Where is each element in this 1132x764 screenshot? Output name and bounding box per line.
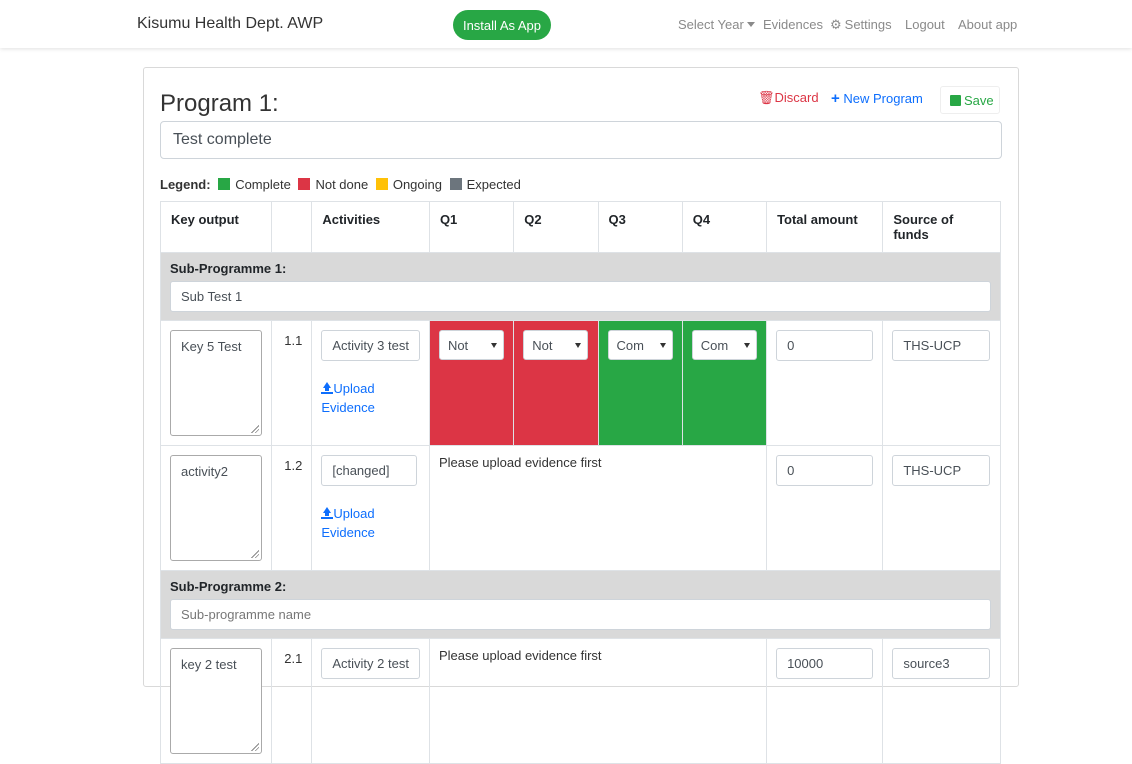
table-row: Key 5 Test 1.1 Activity 3 test Upload Ev… <box>159 320 1001 446</box>
q4-cell: Com <box>681 320 768 446</box>
subprogramme-label: Sub-Programme 2: <box>170 579 287 594</box>
key-output-textarea[interactable]: activity2 <box>170 455 262 561</box>
subprogramme-label: Sub-Programme 1: <box>170 261 287 276</box>
total-amount-input[interactable]: 10000 <box>776 648 874 679</box>
row-number: 2.1 <box>271 638 313 764</box>
subprogramme-header: Sub-Programme 2: Sub-programme name <box>160 570 1001 639</box>
col-total-amount: Total amount <box>766 201 884 253</box>
subprogramme-name-input[interactable]: Sub-programme name <box>170 599 991 630</box>
settings-link[interactable]: ⚙ Settings <box>830 17 892 33</box>
program-name-input[interactable]: Test complete <box>160 121 1002 159</box>
col-q4: Q4 <box>681 201 768 253</box>
save-icon <box>950 95 961 106</box>
q2-cell: Not <box>513 320 599 446</box>
select-year-label: Select Year <box>678 17 744 32</box>
legend-complete: Complete <box>235 177 291 192</box>
complete-swatch <box>218 178 231 190</box>
settings-label: Settings <box>844 17 892 32</box>
table-header-row: Key output Activities Q1 Q2 Q3 Q4 Total … <box>159 201 1001 253</box>
col-q3: Q3 <box>597 201 683 253</box>
q4-status-select[interactable]: Com <box>691 330 757 360</box>
upload-icon <box>321 382 334 394</box>
key-output-textarea[interactable]: Key 5 Test <box>170 330 262 436</box>
row-number: 1.2 <box>271 445 313 571</box>
save-button[interactable]: Save <box>940 86 1000 114</box>
col-q1: Q1 <box>428 201 515 253</box>
q3-status-select[interactable]: Com <box>607 330 673 360</box>
total-amount-input[interactable]: 0 <box>776 455 874 486</box>
awp-table: Key output Activities Q1 Q2 Q3 Q4 Total … <box>159 201 1001 764</box>
row-number: 1.1 <box>271 320 313 446</box>
table-row: key 2 test 2.1 Activity 2 test Please up… <box>159 638 1001 764</box>
not-done-swatch <box>298 178 311 190</box>
source-of-funds-input[interactable]: THS-UCP <box>892 455 991 486</box>
col-activities: Activities <box>311 201 430 253</box>
key-output-text: Key 5 Test <box>181 339 242 354</box>
caret-down-icon <box>746 22 755 27</box>
expected-swatch <box>449 178 462 190</box>
evidence-required-message: Please upload evidence first <box>428 638 768 764</box>
legend-expected: Expected <box>466 177 521 192</box>
q3-cell: Com <box>597 320 683 446</box>
install-app-button[interactable]: Install As App <box>453 10 551 40</box>
trash-icon: 🗑 <box>758 90 775 105</box>
total-amount-input[interactable]: 0 <box>776 330 874 361</box>
upload-evidence-link[interactable]: Upload Evidence <box>321 504 420 542</box>
key-output-text: activity2 <box>181 464 228 479</box>
new-program-label: New Program <box>843 91 923 106</box>
discard-label: Discard <box>774 90 819 105</box>
key-output-text: key 2 test <box>181 657 237 672</box>
col-key-output: Key output <box>159 201 273 253</box>
activity-input[interactable]: [changed] <box>321 455 418 486</box>
legend-label: Legend: <box>160 177 211 192</box>
source-of-funds-input[interactable]: THS-UCP <box>892 330 991 361</box>
upload-evidence-link[interactable]: Upload Evidence <box>321 379 420 417</box>
q2-status-select[interactable]: Not <box>523 330 589 360</box>
source-of-funds-input[interactable]: source3 <box>892 648 991 679</box>
navbar: Kisumu Health Dept. AWP Install As App S… <box>0 0 1132 48</box>
activity-input[interactable]: Activity 3 test <box>321 330 420 361</box>
legend-ongoing: Ongoing <box>392 177 442 192</box>
program-title: Program 1: <box>160 90 279 117</box>
new-program-button[interactable]: + New Program <box>831 90 923 107</box>
logout-link[interactable]: Logout <box>905 17 945 32</box>
resize-grip-icon[interactable] <box>251 743 259 751</box>
app-brand[interactable]: Kisumu Health Dept. AWP <box>137 15 323 33</box>
legend: Legend: Complete Not done Ongoing Expect… <box>160 177 521 192</box>
resize-grip-icon[interactable] <box>251 425 259 433</box>
save-label: Save <box>964 93 994 108</box>
subprogramme-name-input[interactable]: Sub Test 1 <box>170 281 991 312</box>
subprogramme-header: Sub-Programme 1: Sub Test 1 <box>160 252 1001 321</box>
evidence-required-message: Please upload evidence first <box>428 445 768 571</box>
resize-grip-icon[interactable] <box>251 550 259 558</box>
gear-icon: ⚙ <box>830 17 842 32</box>
evidences-link[interactable]: Evidences <box>763 17 823 32</box>
col-q2: Q2 <box>513 201 599 253</box>
discard-button[interactable]: 🗑Discard <box>758 90 819 106</box>
col-number <box>271 201 313 253</box>
activity-input[interactable]: Activity 2 test <box>321 648 420 679</box>
q1-status-select[interactable]: Not <box>438 330 504 360</box>
key-output-textarea[interactable]: key 2 test <box>170 648 262 754</box>
upload-icon <box>321 507 334 519</box>
program-card: Program 1: 🗑Discard + New Program Save T… <box>143 67 1019 764</box>
col-source-of-funds: Source of funds <box>882 201 1001 253</box>
plus-icon: + <box>831 90 840 107</box>
ongoing-swatch <box>375 178 388 190</box>
q1-cell: Not <box>428 320 515 446</box>
about-link[interactable]: About app <box>958 17 1017 32</box>
legend-not-done: Not done <box>315 177 369 192</box>
select-year-dropdown[interactable]: Select Year <box>678 17 755 32</box>
table-row: activity2 1.2 [changed] Upload Evidence … <box>159 445 1001 571</box>
